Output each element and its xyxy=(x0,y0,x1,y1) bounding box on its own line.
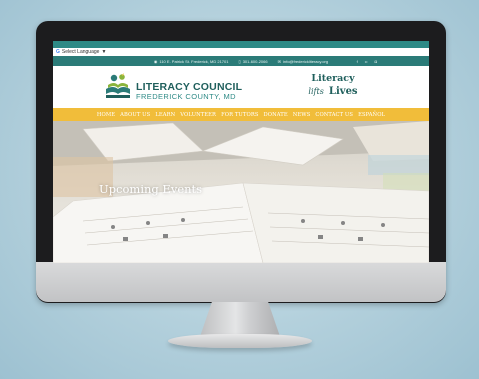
site-header: LITERACY COUNCIL FREDERICK COUNTY, MD Li… xyxy=(53,66,429,108)
select-language-label[interactable]: Select Language xyxy=(62,48,100,56)
phone-icon: ▯ xyxy=(238,58,241,64)
location-pin-icon: ◉ xyxy=(153,58,158,64)
nav-item-espanol[interactable]: ESPAÑOL xyxy=(358,112,385,118)
nav-item-for-tutors[interactable]: FOR TUTORS xyxy=(221,112,258,118)
instagram-icon[interactable]: ◘ xyxy=(375,59,377,64)
contact-info-bar: ◉ 110 E. Patrick St. Frederick, MD 21701… xyxy=(53,56,429,66)
google-g-icon: G xyxy=(56,49,60,55)
open-book-people-icon xyxy=(106,73,130,98)
google-translate-bar[interactable]: G Select Language ▼ xyxy=(53,48,429,56)
top-accent-strip xyxy=(53,41,429,48)
nav-item-news[interactable]: NEWS xyxy=(293,112,311,118)
tagline-logo: Literacy lifts Lives xyxy=(298,74,368,97)
envelope-icon: ✉ xyxy=(277,58,281,64)
flickr-icon[interactable]: •• xyxy=(365,59,368,64)
nav-item-donate[interactable]: DONATE xyxy=(263,112,287,118)
monitor-chin xyxy=(36,262,446,302)
tagline-line1: Literacy xyxy=(311,73,355,84)
chevron-down-icon[interactable]: ▼ xyxy=(101,48,106,56)
logo-subtitle: FREDERICK COUNTY, MD xyxy=(136,92,236,101)
address-text: 110 E. Patrick St. Frederick, MD 21701 xyxy=(159,58,229,64)
address-item: ◉ 110 E. Patrick St. Frederick, MD 21701 xyxy=(154,59,229,64)
site-logo[interactable]: LITERACY COUNCIL FREDERICK COUNTY, MD xyxy=(103,71,243,105)
email-item[interactable]: ✉ info@frederickliteracy.org xyxy=(278,59,328,64)
main-nav: HOME ABOUT US LEARN VOLUNTEER FOR TUTORS… xyxy=(53,108,429,121)
phone-text[interactable]: 301-600-2066 xyxy=(243,59,268,64)
nav-item-home[interactable]: HOME xyxy=(97,112,115,118)
tagline-line3: Lives xyxy=(328,86,358,97)
phone-item[interactable]: ▯ 301-600-2066 xyxy=(238,59,267,64)
browser-viewport: G Select Language ▼ ◉ 110 E. Patrick St.… xyxy=(53,41,429,263)
email-link[interactable]: info@frederickliteracy.org xyxy=(283,59,328,64)
hero-title: Upcoming Events xyxy=(99,182,203,196)
nav-item-about-us[interactable]: ABOUT US xyxy=(120,112,150,118)
monitor-stand-base xyxy=(168,334,312,348)
nav-item-contact-us[interactable]: CONTACT US xyxy=(315,112,353,118)
facebook-icon[interactable]: f xyxy=(357,59,358,64)
nav-item-volunteer[interactable]: VOLUNTEER xyxy=(180,112,216,118)
hero-banner: Upcoming Events xyxy=(53,121,429,263)
tagline-line2: lifts xyxy=(308,87,324,96)
social-links: f •• ◘ xyxy=(357,56,377,66)
nav-item-learn[interactable]: LEARN xyxy=(155,112,175,118)
